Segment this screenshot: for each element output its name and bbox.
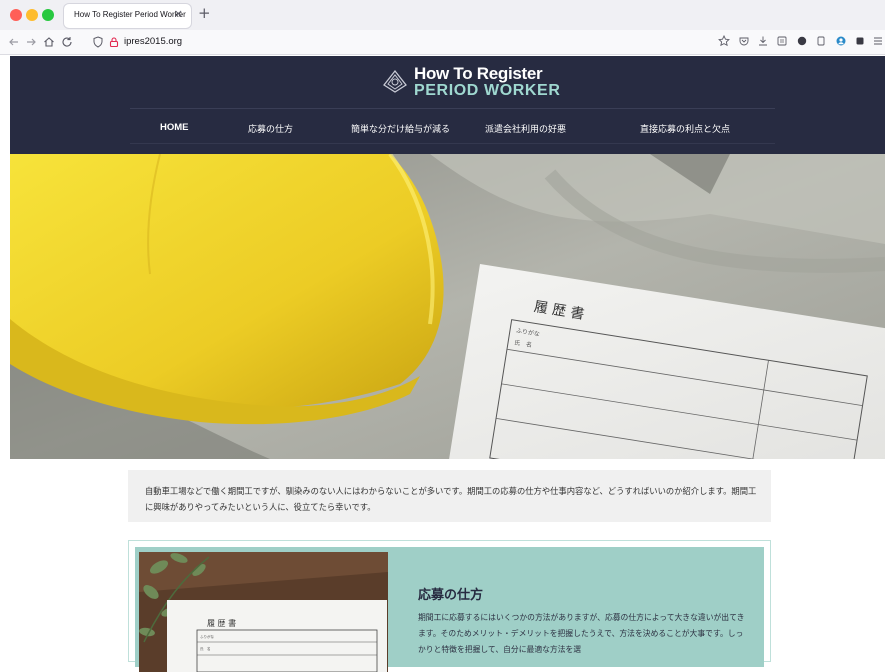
feature-card: 履 歴 書 ふりがな 氏 名 応募の仕方 期間工に応募するにはいくつかの方法があ… [128, 540, 771, 672]
nav-item-direct[interactable]: 直接応募の利点と欠点 [640, 122, 730, 135]
hero-illustration: 履 歴 書 ふりがな 氏 名 [10, 154, 885, 459]
close-window-button[interactable] [10, 9, 22, 21]
download-icon[interactable] [757, 35, 769, 47]
forward-arrow-icon[interactable] [24, 35, 38, 49]
maximize-window-button[interactable] [42, 9, 54, 21]
pocket-icon[interactable] [738, 35, 750, 47]
card-form-name: 氏 名 [200, 646, 211, 651]
extension-icon[interactable] [796, 35, 808, 47]
logo-icon[interactable] [380, 65, 410, 95]
card-form-title: 履 歴 書 [207, 618, 236, 628]
lock-icon[interactable] [107, 35, 121, 49]
tab-close-icon[interactable]: × [174, 8, 183, 19]
back-arrow-icon[interactable] [7, 35, 21, 49]
nav-item-home[interactable]: HOME [160, 122, 189, 133]
logo-title[interactable]: How To Register [414, 64, 543, 84]
tab-title: How To Register Period Worker [74, 10, 186, 19]
reader-icon[interactable] [776, 35, 788, 47]
nav-item-salary[interactable]: 簡単な分だけ給与が減る [351, 122, 450, 135]
url-bar[interactable]: ipres2015.org [124, 36, 182, 47]
account-icon[interactable] [835, 35, 847, 47]
browser-nav-bar: ipres2015.org [0, 30, 885, 55]
addon-icon[interactable] [854, 35, 866, 47]
nav-item-how-to-apply[interactable]: 応募の仕方 [248, 122, 293, 135]
nav-item-agency[interactable]: 派遣会社利用の好悪 [485, 122, 566, 135]
browser-tab-bar: How To Register Period Worker × + [0, 0, 885, 30]
hero-image: 履 歴 書 ふりがな 氏 名 [10, 154, 885, 459]
card-text: 期間工に応募するにはいくつかの方法がありますが、応募の仕方によって大きな違いが出… [418, 613, 745, 654]
card-title[interactable]: 応募の仕方 [418, 584, 483, 603]
card-illustration: 履 歴 書 ふりがな 氏 名 [139, 552, 388, 672]
intro-text: 自動車工場などで働く期間工ですが、馴染みのない人にはわからないことが多いです。期… [145, 486, 757, 512]
menu-underline [130, 143, 775, 144]
menu-divider [130, 108, 775, 109]
menu-icon[interactable] [873, 35, 883, 47]
home-icon[interactable] [42, 35, 56, 49]
browser-tab[interactable]: How To Register Period Worker × [64, 4, 191, 28]
feature-card-inner: 履 歴 書 ふりがな 氏 名 応募の仕方 期間工に応募するにはいくつかの方法があ… [135, 547, 764, 672]
site-header: How To Register PERIOD WORKER HOME 応募の仕方… [10, 56, 885, 154]
logo-subtitle[interactable]: PERIOD WORKER [414, 82, 560, 100]
card-form-furigana: ふりがな [200, 634, 214, 639]
star-icon[interactable] [718, 35, 730, 47]
shield-icon[interactable] [91, 35, 105, 49]
intro-box: 自動車工場などで働く期間工ですが、馴染みのない人にはわからないことが多いです。期… [128, 470, 771, 522]
minimize-window-button[interactable] [26, 9, 38, 21]
card-image[interactable]: 履 歴 書 ふりがな 氏 名 [139, 552, 388, 672]
new-tab-button[interactable]: + [198, 6, 211, 21]
reload-icon[interactable] [60, 35, 74, 49]
sidebar-icon[interactable] [815, 35, 827, 47]
